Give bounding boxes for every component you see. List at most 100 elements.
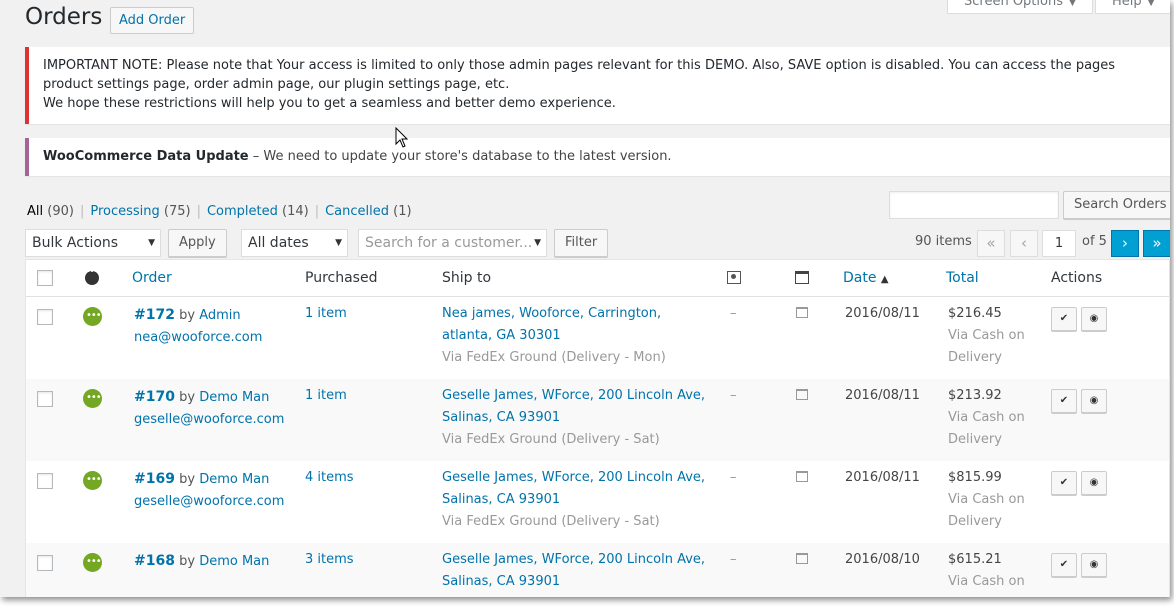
order-search-input[interactable] [889, 191, 1059, 219]
last-page-button[interactable]: » [1143, 230, 1170, 257]
row-checkbox[interactable] [37, 473, 53, 489]
notice-text-line2: We hope these restrictions will help you… [43, 96, 616, 111]
payment-method-line1: Via Cash on [948, 492, 1025, 507]
column-order[interactable]: Order [132, 270, 172, 286]
ship-address-line2[interactable]: Salinas, CA 93901 [442, 492, 560, 507]
row-checkbox[interactable] [37, 391, 53, 407]
page-title: Orders [25, 4, 103, 30]
purchased-items-link[interactable]: 3 items [305, 549, 354, 571]
total-cell: $216.45 Via Cash on Delivery [948, 303, 1025, 369]
ship-address-line1[interactable]: Nea james, Wooforce, Carrington, [442, 306, 661, 321]
notes-icon [796, 471, 808, 482]
view-order-button[interactable]: ◉ [1081, 553, 1107, 577]
shipping-address-icon [727, 271, 741, 284]
order-date: 2016/08/11 [845, 470, 920, 485]
processing-status-icon [83, 306, 102, 326]
column-actions: Actions [1051, 270, 1103, 286]
dropdown-arrow-icon: ▼ [335, 238, 342, 248]
ship-address-line2[interactable]: Salinas, CA 93901 [442, 410, 560, 425]
add-order-button[interactable]: Add Order [110, 7, 195, 34]
complete-order-button[interactable]: ✔ [1051, 553, 1077, 577]
order-number-link[interactable]: #172 [134, 307, 175, 323]
filter-cancelled[interactable]: Cancelled [325, 204, 389, 219]
status-filter-links: All (90) | Processing (75) | Completed (14) |… [27, 204, 412, 219]
notice-text: IMPORTANT NOTE: Please note that Your ac… [43, 58, 1116, 92]
ship-address-line1[interactable]: Geselle James, WForce, 200 Lincoln Ave, [442, 470, 705, 485]
ship-address-line2[interactable]: Salinas, CA 93901 [442, 574, 560, 589]
customer-notes-icon [795, 271, 809, 284]
filter-processing[interactable]: Processing [90, 204, 159, 219]
first-page-button[interactable]: « [977, 230, 1005, 257]
column-total[interactable]: Total [946, 270, 979, 286]
checkmark-icon: ✔ [1059, 559, 1069, 570]
table-row: #168 by Demo Man 3 items Geselle James, … [26, 543, 1169, 597]
next-page-button[interactable]: › [1111, 230, 1139, 257]
customer-link[interactable]: Admin [199, 308, 240, 323]
status-icon [85, 267, 99, 285]
demo-restriction-notice: IMPORTANT NOTE: Please note that Your ac… [25, 47, 1170, 124]
billing-cell: – [730, 470, 737, 485]
bulk-actions-select[interactable]: Bulk Actions ▼ [25, 229, 161, 257]
filter-button[interactable]: Filter [554, 229, 609, 257]
column-date[interactable]: Date ▲ [843, 270, 889, 286]
search-orders-button[interactable]: Search Orders [1063, 191, 1170, 219]
view-order-button[interactable]: ◉ [1081, 471, 1107, 495]
ship-address-line1[interactable]: Geselle James, WForce, 200 Lincoln Ave, [442, 552, 705, 567]
row-checkbox[interactable] [37, 309, 53, 325]
customer-email-link[interactable]: nea@wooforce.com [134, 330, 262, 345]
purchased-items-link[interactable]: 1 item [305, 385, 347, 407]
customer-email-link[interactable]: geselle@wooforce.com [134, 412, 284, 427]
order-total: $815.99 [948, 470, 1002, 485]
customer-search-select[interactable]: Search for a customer... ▼ [358, 229, 547, 257]
processing-status-icon [83, 470, 102, 490]
customer-email-link[interactable]: geselle@wooforce.com [134, 494, 284, 509]
purchased-items-link[interactable]: 4 items [305, 467, 354, 489]
view-order-button[interactable]: ◉ [1081, 307, 1107, 331]
complete-order-button[interactable]: ✔ [1051, 307, 1077, 331]
notes-icon [796, 389, 808, 400]
order-number-link[interactable]: #168 [134, 553, 175, 569]
orders-table: Order Purchased Ship to Date ▲ Total Act… [25, 259, 1170, 597]
customer-link[interactable]: Demo Man [199, 390, 269, 405]
date-filter-select[interactable]: All dates ▼ [241, 229, 348, 257]
apply-button[interactable]: Apply [168, 229, 227, 257]
purchased-items-link[interactable]: 1 item [305, 303, 347, 325]
shipping-method: Via FedEx Ground (Delivery - Sat) [442, 514, 660, 529]
customer-link[interactable]: Demo Man [199, 472, 269, 487]
table-row: #169 by Demo Man geselle@wooforce.com 4 … [26, 461, 1169, 543]
complete-order-button[interactable]: ✔ [1051, 389, 1077, 413]
screen-options-button[interactable]: Screen Options ▼ [947, 0, 1093, 14]
payment-method-line1: Via Cash on [948, 328, 1025, 343]
complete-order-button[interactable]: ✔ [1051, 471, 1077, 495]
filter-cancelled-count: (1) [393, 204, 412, 219]
billing-cell: – [730, 306, 737, 321]
select-all-checkbox[interactable] [37, 270, 53, 286]
shipping-method: Via FedEx Ground (Delivery - Mon) [442, 350, 666, 365]
row-checkbox[interactable] [37, 555, 53, 571]
filter-completed-count: (14) [282, 204, 309, 219]
order-cell: #170 by Demo Man geselle@wooforce.com [134, 386, 284, 431]
total-cell: $213.92 Via Cash on Delivery [948, 385, 1025, 451]
order-number-link[interactable]: #170 [134, 389, 175, 405]
checkmark-icon: ✔ [1059, 395, 1069, 406]
customer-link[interactable]: Demo Man [199, 554, 269, 569]
ship-address-line1[interactable]: Geselle James, WForce, 200 Lincoln Ave, [442, 388, 705, 403]
item-count: 90 items [915, 234, 972, 249]
filter-all[interactable]: All [27, 204, 43, 219]
notes-icon [796, 553, 808, 564]
checkmark-icon: ✔ [1059, 313, 1069, 324]
order-number-link[interactable]: #169 [134, 471, 175, 487]
order-total: $615.21 [948, 552, 1002, 567]
total-pages: of 5 [1082, 234, 1107, 249]
order-by: by [179, 308, 196, 323]
checkmark-icon: ✔ [1059, 477, 1069, 488]
payment-method-line2: Delivery [948, 432, 1002, 447]
payment-method-line1: Via Cash on [948, 574, 1025, 589]
current-page-input[interactable]: 1 [1042, 230, 1076, 257]
filter-completed[interactable]: Completed [207, 204, 278, 219]
prev-page-button[interactable]: ‹ [1010, 230, 1038, 257]
ship-address-line2[interactable]: atlanta, GA 30301 [442, 328, 561, 343]
help-button[interactable]: Help ▼ [1095, 0, 1170, 14]
ship-to-cell: Geselle James, WForce, 200 Lincoln Ave, … [442, 385, 705, 451]
view-order-button[interactable]: ◉ [1081, 389, 1107, 413]
